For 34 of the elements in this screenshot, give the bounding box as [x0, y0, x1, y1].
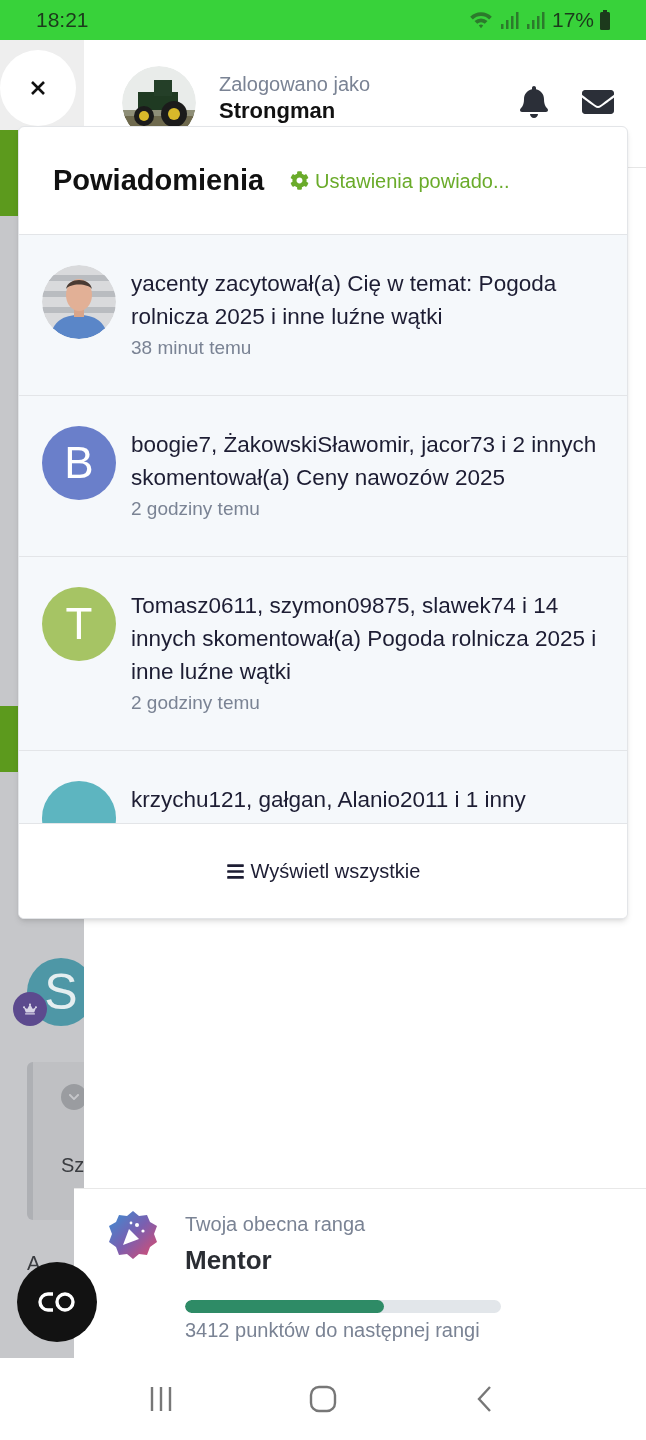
rank-caption: 3412 punktów do następnej rangi [185, 1318, 481, 1343]
gear-icon [290, 171, 310, 190]
notification-text: Tomasz0611, szymon09875, slawek74 i 14 innych skomentował(a) Pogoda rolnicza 2025 i inne luźne wątki [131, 592, 598, 686]
home-icon[interactable] [309, 1385, 337, 1413]
bell-icon[interactable] [518, 86, 550, 118]
close-icon [30, 80, 46, 96]
wifi-icon [467, 9, 494, 31]
menu-icon [225, 861, 245, 881]
login-label: Zalogowano jako [219, 72, 371, 96]
loop-icon [37, 1291, 77, 1313]
notification-item[interactable]: T Tomasz0611, szymon09875, slawek74 i 14 innych skomentował(a) Pogoda rolnicza 2025 i inne luźne wątki 2 godziny temu [19, 557, 627, 751]
notification-item[interactable]: B boogie7, ŻakowskiSławomir, jacor73 i 2 innych skomentował(a) Ceny nawozów 2025 2 godziny temu [19, 396, 627, 557]
username: Strongman [219, 98, 337, 124]
panel-title: Powiadomienia [53, 162, 265, 198]
crown-badge-icon [13, 992, 47, 1026]
view-all-link[interactable]: Wyświetl wszystkie [225, 856, 421, 886]
party-badge-icon [107, 1209, 159, 1261]
avatar: B [42, 426, 116, 500]
notification-text: yacenty zacytował(a) Cię w temat: Pogoda rolnicza 2025 i inne luźne wątki [131, 270, 558, 331]
notification-item[interactable]: yacenty zacytował(a) Cię w temat: Pogoda rolnicza 2025 i inne luźne wątki 38 minut temu [19, 235, 627, 396]
battery-icon [600, 10, 610, 30]
notification-text: krzychu121, gałgan, Alanio2011 i 1 inny [131, 786, 526, 814]
battery-percent: 17% [551, 7, 594, 34]
signal-icon [499, 10, 520, 30]
notification-time: 2 godziny temu [131, 691, 261, 715]
notification-time: 38 minut temu [131, 336, 253, 360]
rank-label: Twoja obecna ranga [185, 1212, 367, 1237]
notification-text: boogie7, ŻakowskiSławomir, jacor73 i 2 innych skomentował(a) Ceny nawozów 2025 [131, 431, 598, 492]
card-text: Sz [61, 1153, 84, 1178]
notification-time: 2 godziny temu [131, 497, 261, 521]
avatar: T [42, 587, 116, 661]
signal-icon [525, 10, 546, 30]
rank-name: Mentor [185, 1244, 273, 1277]
clock: 18:21 [36, 7, 89, 34]
